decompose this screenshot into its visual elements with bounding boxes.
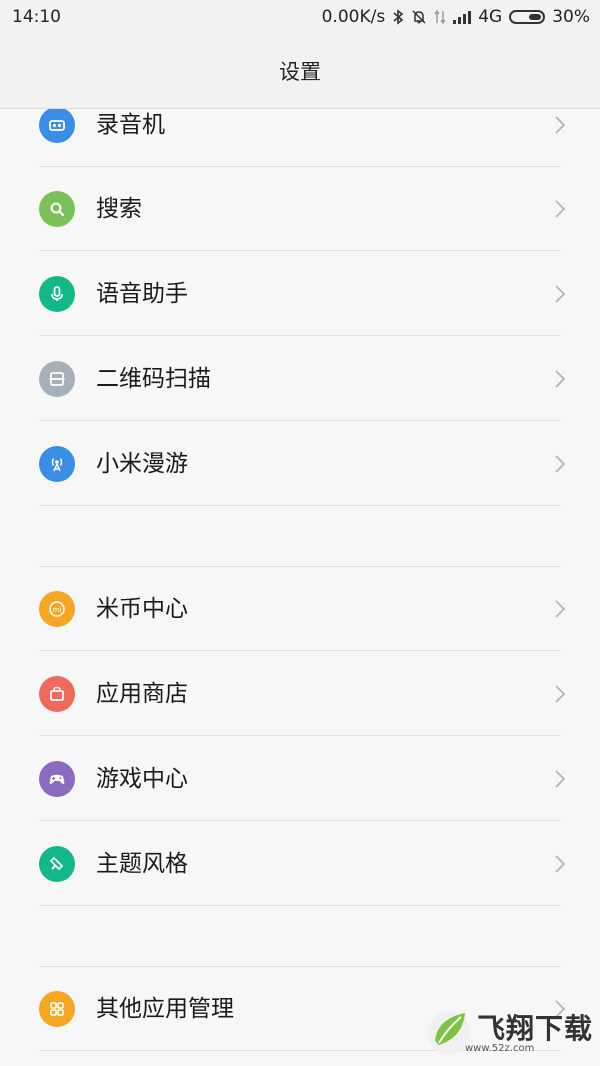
chevron-right-icon: [555, 285, 566, 303]
network-speed: 0.00K/s: [321, 7, 386, 27]
settings-item-label: 搜索: [96, 196, 142, 222]
settings-item-label: 录音机: [96, 112, 165, 138]
settings-list: 录音机 搜索 语音助手 二维码扫描 小米漫游 mi 米币中心 应用商店 游戏中心…: [0, 109, 600, 1066]
chevron-right-icon: [555, 600, 566, 618]
network-type: 4G: [478, 7, 503, 27]
chevron-right-icon: [555, 116, 566, 134]
settings-item-label: 语音助手: [96, 281, 188, 307]
watermark-brand: 飞翔下载: [477, 1012, 594, 1045]
divider: [39, 420, 561, 421]
settings-item-app-store[interactable]: 应用商店: [0, 652, 600, 736]
bluetooth-icon: [392, 9, 404, 25]
chevron-right-icon: [555, 455, 566, 473]
svg-text:mi: mi: [53, 606, 62, 614]
search-icon: [39, 191, 75, 227]
status-bar: 14:10 0.00K/s 4G 30%: [0, 0, 600, 34]
settings-item-voice-assistant[interactable]: 语音助手: [0, 252, 600, 336]
watermark-url: www.52z.com: [465, 1043, 535, 1054]
recorder-icon: [39, 109, 75, 143]
gamepad-icon: [39, 761, 75, 797]
settings-item-label: 小米漫游: [96, 451, 188, 477]
settings-item-label: 其他应用管理: [96, 996, 234, 1022]
divider: [39, 335, 561, 336]
qr-scan-icon: [39, 361, 75, 397]
data-transfer-icon: [434, 9, 446, 25]
page-title: 设置: [279, 60, 321, 84]
chevron-right-icon: [555, 855, 566, 873]
mi-coin-icon: mi: [39, 591, 75, 627]
app-store-bag-icon: [39, 676, 75, 712]
settings-item-game-center[interactable]: 游戏中心: [0, 737, 600, 821]
chevron-right-icon: [555, 770, 566, 788]
battery-percent: 30%: [552, 7, 590, 27]
settings-item-label: 二维码扫描: [96, 366, 211, 392]
settings-item-theme-style[interactable]: 主题风格: [0, 822, 600, 906]
divider: [39, 735, 561, 736]
signal-strength-icon: [453, 10, 472, 24]
settings-item-search[interactable]: 搜索: [0, 167, 600, 251]
settings-item-label: 游戏中心: [96, 766, 188, 792]
settings-item-recorder[interactable]: 录音机: [0, 109, 600, 167]
divider: [39, 650, 561, 651]
watermark: 飞翔下载 www.52z.com: [425, 1005, 595, 1060]
divider: [39, 820, 561, 821]
settings-item-mi-coin-center[interactable]: mi 米币中心: [0, 567, 600, 651]
chevron-right-icon: [555, 685, 566, 703]
microphone-icon: [39, 276, 75, 312]
settings-item-label: 米币中心: [96, 596, 188, 622]
settings-item-qr-scan[interactable]: 二维码扫描: [0, 337, 600, 421]
divider: [39, 905, 561, 906]
divider: [39, 505, 561, 506]
chevron-right-icon: [555, 370, 566, 388]
apps-grid-icon: [39, 991, 75, 1027]
status-time: 14:10: [12, 7, 61, 27]
theme-brush-icon: [39, 846, 75, 882]
chevron-right-icon: [555, 200, 566, 218]
title-bar: 设置: [0, 34, 600, 109]
settings-item-label: 应用商店: [96, 681, 188, 707]
battery-icon: [509, 10, 546, 24]
mute-bell-icon: [411, 9, 427, 25]
divider: [39, 250, 561, 251]
roaming-antenna-icon: [39, 446, 75, 482]
settings-item-label: 主题风格: [96, 851, 188, 877]
settings-item-mi-roaming[interactable]: 小米漫游: [0, 422, 600, 506]
